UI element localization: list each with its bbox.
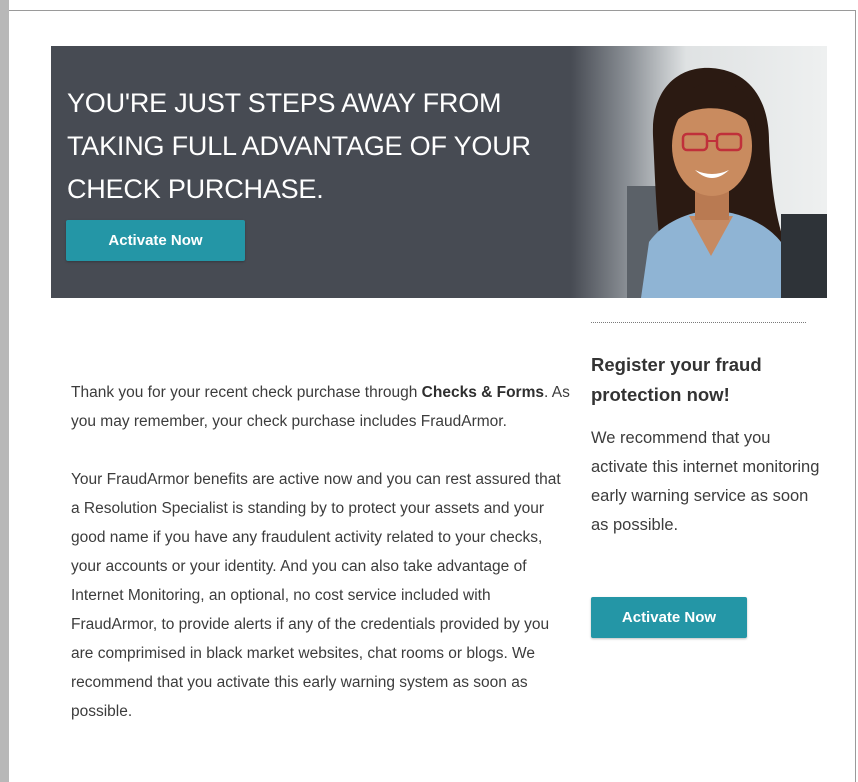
paragraph-intro: Thank you for your recent check purchase… [71,384,570,430]
hero-banner: YOU'RE JUST STEPS AWAY FROM TAKING FULL … [51,46,827,298]
sidebar-title: Register your fraud protection now! [591,354,762,405]
foreground-monitor [781,214,827,298]
paragraph-benefits: Your FraudArmor benefits are active now … [71,471,561,720]
sidebar-activate-button[interactable]: Activate Now [591,597,747,638]
window-left-edge [0,0,9,782]
email-page: YOU'RE JUST STEPS AWAY FROM TAKING FULL … [0,0,858,782]
hero-headline: YOU'RE JUST STEPS AWAY FROM TAKING FULL … [67,88,531,204]
brand-name: Checks & Forms [421,384,544,401]
woman-illustration [627,67,827,298]
hero-activate-button[interactable]: Activate Now [66,220,245,261]
woman-photo [571,46,827,298]
sidebar-divider [591,322,806,323]
sidebar-text: We recommend that you activate this inte… [591,429,820,534]
main-copy: Thank you for your recent check purchase… [71,378,571,755]
